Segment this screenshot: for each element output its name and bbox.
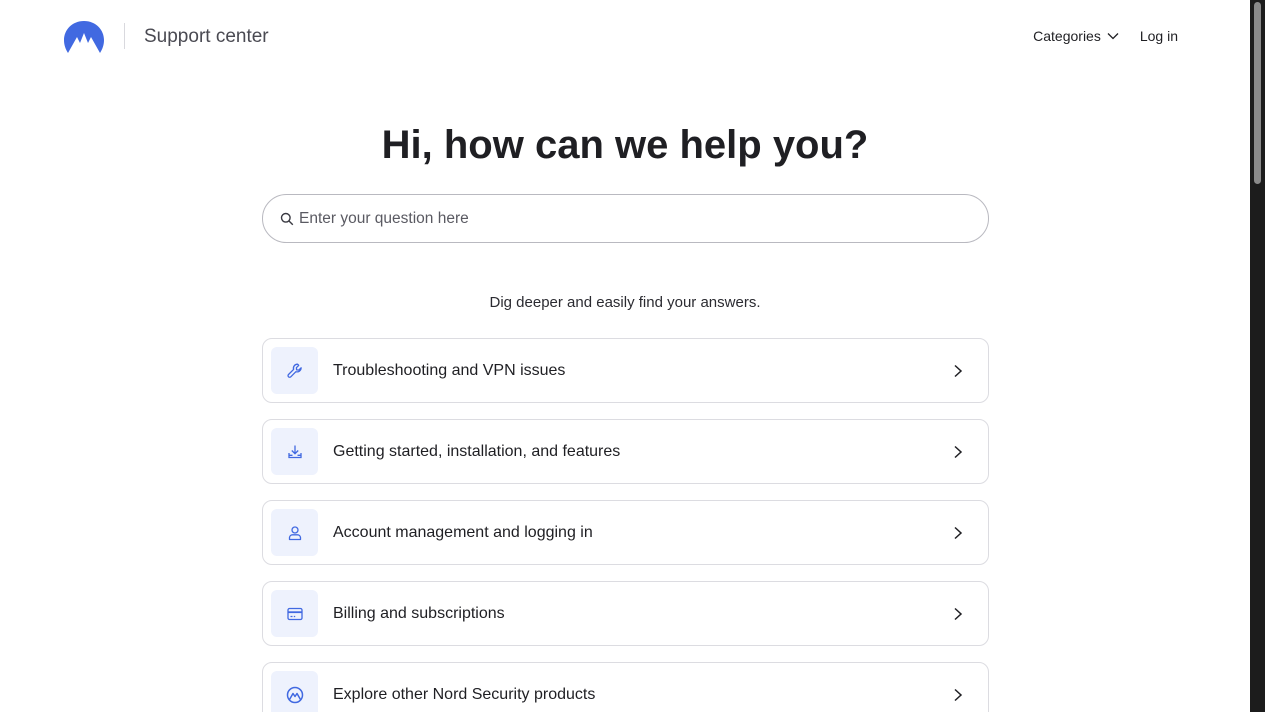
category-getting-started[interactable]: Getting started, installation, and featu…	[262, 419, 989, 484]
wrench-icon	[271, 347, 318, 394]
nord-products-icon	[271, 671, 318, 712]
category-label: Billing and subscriptions	[333, 604, 505, 622]
category-nord-products[interactable]: Explore other Nord Security products	[262, 662, 989, 712]
category-label: Account management and logging in	[333, 523, 593, 541]
header-nav: Categories Log in	[1033, 28, 1178, 44]
site-title[interactable]: Support center	[144, 26, 269, 48]
credit-card-icon	[271, 590, 318, 637]
chevron-right-icon	[954, 364, 963, 377]
chevron-right-icon	[954, 445, 963, 458]
header-divider	[124, 23, 125, 49]
categories-label: Categories	[1033, 28, 1101, 44]
site-header: Support center Categories Log in	[0, 0, 1250, 74]
chevron-right-icon	[954, 526, 963, 539]
category-account[interactable]: Account management and logging in	[262, 500, 989, 565]
search-input[interactable]	[299, 209, 988, 228]
login-link[interactable]: Log in	[1140, 28, 1178, 44]
user-icon	[271, 509, 318, 556]
search-icon	[280, 212, 294, 225]
scrollbar-thumb[interactable]	[1254, 2, 1261, 184]
categories-menu[interactable]: Categories	[1033, 28, 1119, 44]
nord-logo-icon[interactable]	[63, 20, 105, 54]
search-box[interactable]	[262, 194, 989, 243]
category-label: Troubleshooting and VPN issues	[333, 361, 566, 379]
download-icon	[271, 428, 318, 475]
category-troubleshooting[interactable]: Troubleshooting and VPN issues	[262, 338, 989, 403]
category-label: Explore other Nord Security products	[333, 685, 596, 703]
category-label: Getting started, installation, and featu…	[333, 442, 621, 460]
chevron-right-icon	[954, 607, 963, 620]
page-title: Hi, how can we help you?	[381, 123, 869, 167]
chevron-down-icon	[1107, 33, 1119, 40]
page-scrollbar[interactable]	[1250, 0, 1265, 712]
section-subtitle: Dig deeper and easily find your answers.	[489, 294, 761, 311]
category-billing[interactable]: Billing and subscriptions	[262, 581, 989, 646]
chevron-right-icon	[954, 688, 963, 701]
